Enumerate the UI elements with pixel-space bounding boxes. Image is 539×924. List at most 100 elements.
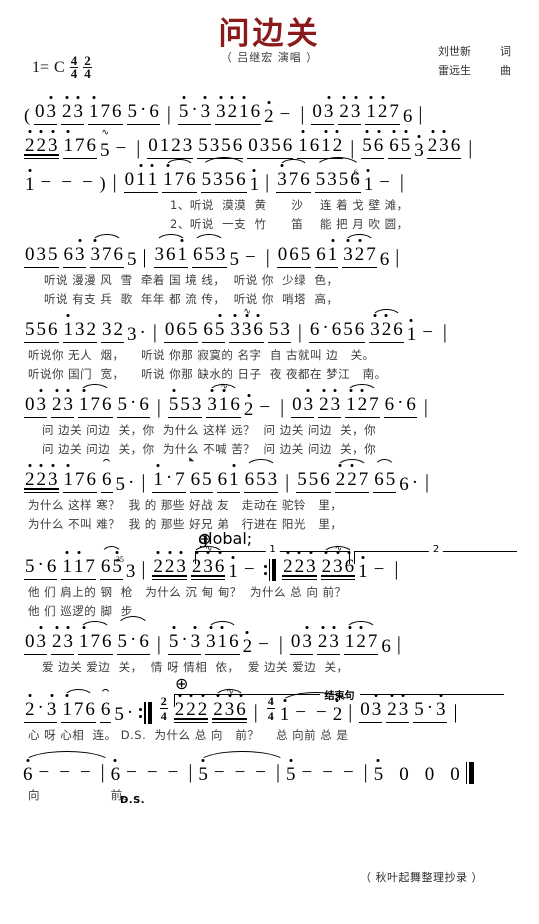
- note-group: 223: [24, 470, 59, 494]
- key-value: C: [54, 58, 65, 76]
- note-group: 127: [365, 102, 400, 126]
- lyric-line-2: 他 们 巡逻的 脚 步: [28, 603, 133, 618]
- note-group: 61: [216, 470, 240, 494]
- slur-icon: [374, 459, 396, 469]
- note: 671: [353, 168, 374, 195]
- sustain-dash: −: [126, 762, 137, 783]
- note-group: 6: [99, 689, 112, 724]
- note-group: 361: [153, 234, 189, 269]
- note: 2: [242, 636, 253, 657]
- note-row: 6 − − − | 6 − − − | 5 − − − | 5 − − − |: [22, 750, 517, 784]
- barline: |: [350, 137, 355, 159]
- lyric-line-1: 心 呀 心相 连。 D.S. 为什么 总 向 前？ 总 向前 总 是: [28, 727, 349, 742]
- lyrics-block: 心 呀 心相 连。 D.S. 为什么 总 向 前？ 总 向前 总 是: [22, 725, 517, 744]
- system-11: 6 − − − | 6 − − − | 5 − − − | 5 − − − |: [22, 750, 517, 804]
- barline: |: [156, 633, 161, 655]
- composer-name: 雷远生: [438, 64, 471, 78]
- note-group: 23: [338, 102, 362, 126]
- sustain-dash: −: [40, 172, 52, 193]
- lyricist-credit: 刘世新 词: [438, 42, 511, 61]
- note-group: 65: [202, 320, 226, 344]
- lyrics-block: 他 们 肩上的 钢 枪 为什么 沉 甸 甸？ 为什么 总 向 前？ 他 们 巡逻…: [22, 582, 517, 620]
- mordent-icon: ∿: [204, 543, 212, 553]
- author-credits: 刘世新 词 雷远生 曲: [438, 42, 511, 81]
- lyric-line-2: 听说 有支 兵 歌 年年 都 流 传， 听说 你 哨塔 高，: [44, 291, 339, 306]
- note-row: 035 63 376 5 | 361 653 5 − | 065 61 327 …: [22, 234, 517, 269]
- note: 3: [127, 324, 137, 345]
- note-group: 176: [61, 689, 96, 724]
- note-group: 223: [152, 557, 187, 581]
- composer-credit: 雷远生 曲: [438, 61, 511, 80]
- note-group: 176: [62, 136, 98, 160]
- note: 0: [450, 764, 460, 785]
- note-group: 223: [282, 557, 317, 581]
- sustain-dash: −: [245, 247, 256, 268]
- barline: |: [100, 761, 105, 783]
- augmentation-dot: ·: [126, 702, 134, 723]
- barline: |: [418, 103, 423, 125]
- note: 35 3: [115, 555, 136, 582]
- sustain-dash: −: [115, 138, 127, 159]
- note: 6: [381, 636, 391, 657]
- note-group: 6 · 6 5 6: [308, 317, 366, 344]
- barline: |: [142, 246, 147, 268]
- system-4: 035 63 376 5 | 361 653 5 − | 065 61 327 …: [22, 234, 517, 308]
- sustain-dash: −: [379, 172, 390, 193]
- note: 0: [424, 764, 435, 785]
- sustain-dash: −: [81, 172, 93, 193]
- system-9: 03 23 176 5 · 6 | 5 · 3 316 2 − | 03 23 127 …: [22, 616, 517, 676]
- note-group: 03: [359, 700, 383, 724]
- sustain-dash: −: [342, 762, 354, 783]
- barline: |: [297, 321, 302, 343]
- barline: |: [399, 171, 404, 193]
- lyrics-block: 爱 边关 爱边 关， 情 呀 情相 依， 爱 边关 爱边 关，: [22, 657, 517, 676]
- final-barline: [461, 762, 474, 784]
- lyrics-block: 听说 漫漫 风 雪 牵着 国 境 线， 听说 你 少绿 色， 听说 有支 兵 歌…: [22, 270, 517, 308]
- lyric-line-1: 听说你 无人 烟， 听说 你那 寂寞的 名字 自 古就叫 边 关。: [28, 347, 375, 362]
- note-group: 327: [342, 234, 377, 269]
- system-3: 1 − − − ) | 011 176 5356 1 | 376 5356 67…: [22, 157, 517, 233]
- note-group: 6 · 6: [383, 392, 418, 419]
- time-sig-2-denominator: 4: [84, 66, 91, 82]
- note-group: 5 · 6: [24, 554, 58, 581]
- time-signature-2: 2 4: [83, 54, 92, 82]
- note: 0: [399, 764, 409, 785]
- mordent-icon: ∿: [220, 381, 227, 391]
- sustain-dash: −: [301, 762, 313, 783]
- sustain-dash: −: [146, 762, 158, 783]
- note-row: 223 176 6 5 · | 1 · 7 65 61 653 | 556 227 …: [22, 459, 517, 494]
- note-group: 227: [334, 459, 370, 494]
- tsig-den: 4: [160, 709, 167, 723]
- note-group: 23: [51, 632, 74, 656]
- grace-note: 35: [115, 555, 124, 564]
- note-group: 556: [24, 320, 59, 344]
- note: 2: [264, 106, 274, 127]
- sheet-header: 问边关 （ 吕继宏 演唱 ） 1= C 4 4 2 4 刘世新 词 雷远生 曲: [0, 0, 539, 92]
- ds-marking: D.S.: [120, 795, 146, 806]
- system-1: ( 03 23 176 5 · 6 | 5 · 3 3216 2 − | 03 23 1…: [22, 92, 517, 126]
- system-5: 556 132 32 3 · | 065 65 3 3 6 ∿ 53 | 6 · 6 5 6 …: [22, 306, 517, 383]
- note-group: 653: [243, 459, 279, 494]
- note: 5: [197, 751, 287, 784]
- note-group: 065: [163, 320, 199, 344]
- sheet-music-page: 问边关 （ 吕继宏 演唱 ） 1= C 4 4 2 4 刘世新 词 雷远生 曲: [0, 0, 539, 924]
- note-group: 117: [61, 557, 96, 581]
- note: 1: [228, 561, 238, 582]
- barline: |: [396, 633, 401, 655]
- barline: |: [112, 171, 117, 193]
- note-group: 5356: [199, 157, 248, 194]
- note-group: 0356: [247, 136, 294, 160]
- slur-icon: [100, 689, 111, 699]
- sustain-dash: −: [79, 762, 91, 783]
- barline: |: [141, 558, 146, 580]
- note-group: 2 · 3: [24, 697, 58, 724]
- barline: |: [363, 761, 368, 783]
- sustain-dash: −: [38, 762, 50, 783]
- slur-icon: [197, 751, 287, 764]
- mordent-icon: ∿: [243, 306, 250, 316]
- note-group: 176: [88, 102, 123, 126]
- note-group: 653: [192, 234, 227, 269]
- note-row: 223 176 5 ∿ − | 0123 5356 0356 1612 | 56 …: [22, 126, 517, 160]
- barline: |: [425, 471, 430, 493]
- note-group: 53: [267, 320, 291, 344]
